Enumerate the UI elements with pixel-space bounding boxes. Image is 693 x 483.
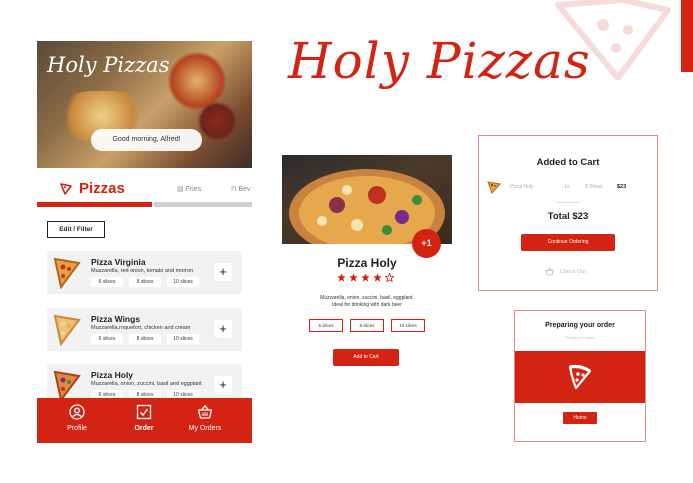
tab-bev-label: Bev <box>238 186 251 193</box>
nav-order-label: Order <box>134 425 154 432</box>
detail-description: Muzzarella, onion, zuccini, basil, eggpl… <box>300 295 434 308</box>
phone-screen: Holy Pizzas Good morning, Alfred! Pizzas… <box>37 41 252 443</box>
size-chip[interactable]: 6 slices <box>91 334 123 344</box>
home-button[interactable]: Home <box>563 412 597 424</box>
pizza-slice-icon <box>568 364 592 390</box>
brand-title: Holy Pizzas <box>288 32 591 90</box>
tab-track <box>154 202 252 207</box>
nav-profile-label: Profile <box>67 425 87 432</box>
pizza-slice-icon <box>60 182 72 195</box>
size-chip[interactable]: 8 slices <box>129 277 161 287</box>
list-item[interactable]: Pizza Virginia Muzzarella, red onion, to… <box>47 251 242 294</box>
pizza-thumbnail <box>53 370 81 402</box>
star-filled-icon <box>373 273 382 282</box>
size-chip[interactable]: 10 slices <box>167 334 199 344</box>
quantity-badge[interactable]: +1 <box>412 229 441 258</box>
size-chip[interactable]: 8 slices <box>129 334 161 344</box>
greeting-pill: Good morning, Alfred! <box>91 129 202 151</box>
tab-fries[interactable]: ▤ Fries <box>177 185 201 193</box>
star-filled-icon <box>337 273 346 282</box>
tab-fries-label: Fries <box>185 186 202 193</box>
detail-pizza-name: Pizza Holy <box>337 256 397 270</box>
tab-pizzas-label: Pizzas <box>79 180 125 197</box>
size-option-10[interactable]: 10 slices <box>391 319 425 332</box>
accent-edge-bar <box>681 0 693 72</box>
checkout-label: Check Out <box>560 268 586 275</box>
nav-profile[interactable]: Profile <box>47 404 107 432</box>
fries-icon: ▤ <box>177 186 184 193</box>
tab-pizzas[interactable]: Pizzas <box>59 180 125 197</box>
cart-title: Added to Cart <box>536 157 600 168</box>
size-option-8[interactable]: 8 slices <box>350 319 384 332</box>
cart-line-item: Pizza Holy 1x 8 Slices $23 <box>487 180 651 194</box>
cart-item-price: $23 <box>617 184 627 190</box>
added-to-cart-card: Added to Cart Pizza Holy 1x 8 Slices $23… <box>478 135 658 291</box>
item-desc: Muzzarella, red onion, tomato and morron <box>91 268 194 274</box>
cart-item-qty: 1x <box>564 184 570 190</box>
hero-banner: Holy Pizzas Good morning, Alfred! <box>37 41 252 168</box>
size-chip[interactable]: 10 slices <box>167 277 199 287</box>
tab-active-indicator <box>37 202 152 207</box>
cart-item-name: Pizza Holy <box>510 184 534 190</box>
continue-ordering-button[interactable]: Continue Ordering <box>521 234 615 251</box>
pizza-slice-thumb-icon <box>487 181 501 194</box>
prep-subtitle: Ready in 5 mins <box>565 335 595 340</box>
hero-title: Holy Pizzas <box>47 53 170 77</box>
preparing-order-card: Preparing your order Ready in 5 mins Hom… <box>514 310 646 442</box>
tab-beverages[interactable]: ⊓ Bev <box>231 185 250 193</box>
item-desc: Muzzarella,roquefort, chicken and cream <box>91 325 191 331</box>
edit-filter-button[interactable]: Edit / Filter <box>47 221 105 238</box>
pizza-thumbnail <box>53 314 81 346</box>
add-item-button[interactable]: + <box>214 320 232 338</box>
size-chip[interactable]: 6 slices <box>91 277 123 287</box>
star-filled-icon <box>349 273 358 282</box>
bottom-nav: Profile Order My Orders <box>37 398 252 443</box>
detail-desc-line2: Ideal for drinking with dark beer <box>332 301 402 308</box>
basket-icon <box>197 404 213 419</box>
add-item-button[interactable]: + <box>214 376 232 394</box>
prep-banner <box>515 351 645 403</box>
item-desc: Muzzarella, onion, zuccini, basil and eg… <box>91 381 202 387</box>
cart-total: Total $23 <box>547 211 589 222</box>
star-filled-icon <box>361 273 370 282</box>
nav-my-orders[interactable]: My Orders <box>175 404 235 432</box>
item-name: Pizza Wings <box>91 314 141 324</box>
add-item-button[interactable]: + <box>214 263 232 281</box>
checkout-button[interactable]: Check Out <box>545 267 586 276</box>
star-empty-icon <box>385 273 394 282</box>
item-name: Pizza Holy <box>91 370 134 380</box>
rating-stars <box>337 273 397 282</box>
order-icon <box>136 404 152 420</box>
divider <box>557 202 579 203</box>
size-option-6[interactable]: 6 slices <box>309 319 343 332</box>
basket-icon <box>545 267 554 276</box>
cup-icon: ⊓ <box>231 186 237 193</box>
list-item[interactable]: Pizza Wings Muzzarella,roquefort, chicke… <box>47 308 242 351</box>
nav-order[interactable]: Order <box>114 404 174 432</box>
pizza-thumbnail <box>53 257 81 289</box>
item-name: Pizza Virginia <box>91 257 146 267</box>
add-to-cart-button[interactable]: Add to Cart <box>333 349 399 366</box>
user-icon <box>69 404 85 420</box>
prep-title: Preparing your order <box>545 322 615 329</box>
nav-my-orders-label: My Orders <box>188 425 222 432</box>
cart-item-slices: 8 Slices <box>585 184 603 190</box>
